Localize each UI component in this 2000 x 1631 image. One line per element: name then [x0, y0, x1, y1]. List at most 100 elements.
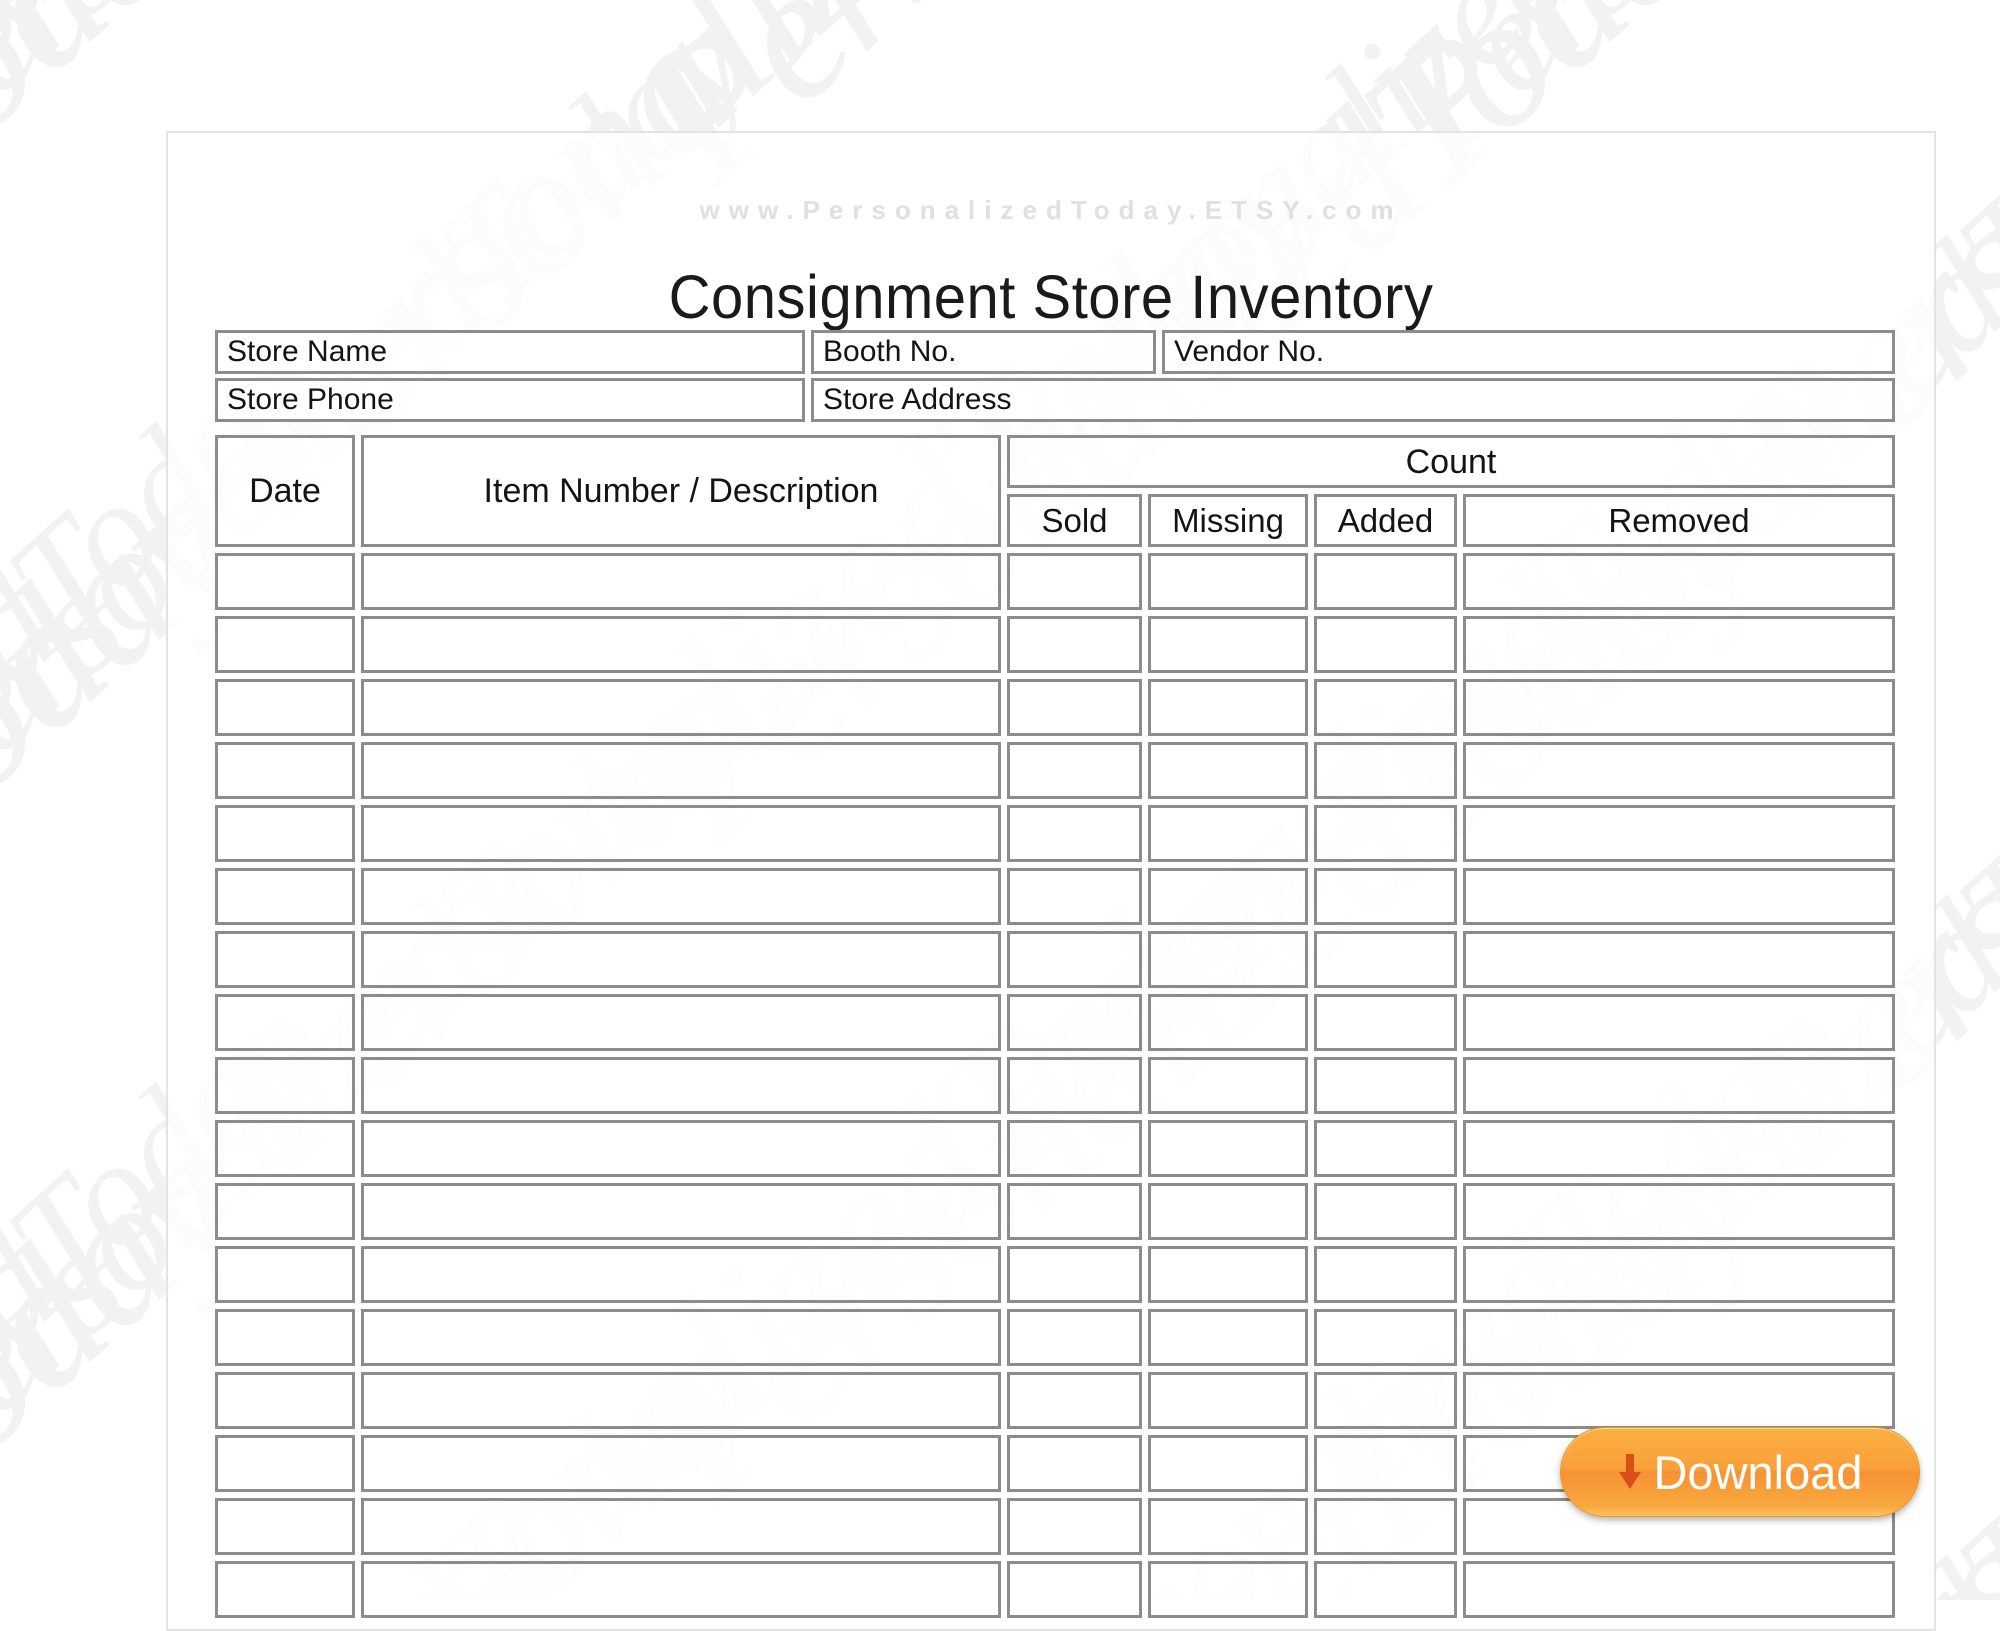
cell-missing[interactable]: [1148, 1120, 1308, 1177]
cell-added[interactable]: [1314, 1561, 1457, 1618]
cell-sold[interactable]: [1007, 868, 1142, 925]
cell-sold[interactable]: [1007, 805, 1142, 862]
field-store-address[interactable]: Store Address: [811, 378, 1895, 422]
cell-description[interactable]: [361, 994, 1001, 1051]
cell-missing[interactable]: [1148, 1246, 1308, 1303]
cell-removed[interactable]: [1463, 553, 1895, 610]
cell-added[interactable]: [1314, 1120, 1457, 1177]
cell-description[interactable]: [361, 1057, 1001, 1114]
cell-missing[interactable]: [1148, 868, 1308, 925]
cell-missing[interactable]: [1148, 1435, 1308, 1492]
cell-date[interactable]: [215, 1561, 355, 1618]
cell-date[interactable]: [215, 1372, 355, 1429]
cell-date[interactable]: [215, 1120, 355, 1177]
cell-sold[interactable]: [1007, 994, 1142, 1051]
cell-sold[interactable]: [1007, 742, 1142, 799]
cell-description[interactable]: [361, 1561, 1001, 1618]
cell-added[interactable]: [1314, 1435, 1457, 1492]
cell-removed[interactable]: [1463, 1246, 1895, 1303]
cell-date[interactable]: [215, 1498, 355, 1555]
cell-removed[interactable]: [1463, 616, 1895, 673]
cell-removed[interactable]: [1463, 1120, 1895, 1177]
cell-date[interactable]: [215, 1183, 355, 1240]
cell-sold[interactable]: [1007, 1057, 1142, 1114]
cell-sold[interactable]: [1007, 553, 1142, 610]
cell-description[interactable]: [361, 1435, 1001, 1492]
cell-missing[interactable]: [1148, 616, 1308, 673]
cell-added[interactable]: [1314, 1057, 1457, 1114]
cell-removed[interactable]: [1463, 1057, 1895, 1114]
cell-sold[interactable]: [1007, 1372, 1142, 1429]
cell-sold[interactable]: [1007, 931, 1142, 988]
cell-missing[interactable]: [1148, 805, 1308, 862]
cell-removed[interactable]: [1463, 1183, 1895, 1240]
cell-date[interactable]: [215, 1309, 355, 1366]
cell-removed[interactable]: [1463, 1372, 1895, 1429]
cell-description[interactable]: [361, 931, 1001, 988]
cell-description[interactable]: [361, 1309, 1001, 1366]
cell-sold[interactable]: [1007, 1309, 1142, 1366]
cell-description[interactable]: [361, 868, 1001, 925]
cell-missing[interactable]: [1148, 1372, 1308, 1429]
cell-missing[interactable]: [1148, 553, 1308, 610]
cell-date[interactable]: [215, 742, 355, 799]
cell-removed[interactable]: [1463, 805, 1895, 862]
cell-removed[interactable]: [1463, 994, 1895, 1051]
cell-added[interactable]: [1314, 679, 1457, 736]
cell-description[interactable]: [361, 553, 1001, 610]
cell-removed[interactable]: [1463, 1309, 1895, 1366]
cell-added[interactable]: [1314, 616, 1457, 673]
cell-sold[interactable]: [1007, 1183, 1142, 1240]
field-vendor-no[interactable]: Vendor No.: [1162, 330, 1895, 374]
cell-removed[interactable]: [1463, 868, 1895, 925]
cell-added[interactable]: [1314, 994, 1457, 1051]
cell-date[interactable]: [215, 994, 355, 1051]
field-store-name[interactable]: Store Name: [215, 330, 805, 374]
cell-missing[interactable]: [1148, 742, 1308, 799]
field-store-phone[interactable]: Store Phone: [215, 378, 805, 422]
cell-added[interactable]: [1314, 1309, 1457, 1366]
cell-date[interactable]: [215, 679, 355, 736]
cell-date[interactable]: [215, 868, 355, 925]
cell-missing[interactable]: [1148, 679, 1308, 736]
cell-description[interactable]: [361, 1246, 1001, 1303]
cell-added[interactable]: [1314, 553, 1457, 610]
cell-date[interactable]: [215, 553, 355, 610]
cell-description[interactable]: [361, 805, 1001, 862]
cell-missing[interactable]: [1148, 1309, 1308, 1366]
cell-missing[interactable]: [1148, 1498, 1308, 1555]
cell-missing[interactable]: [1148, 1057, 1308, 1114]
cell-added[interactable]: [1314, 742, 1457, 799]
cell-date[interactable]: [215, 805, 355, 862]
cell-added[interactable]: [1314, 931, 1457, 988]
cell-added[interactable]: [1314, 868, 1457, 925]
cell-removed[interactable]: [1463, 1561, 1895, 1618]
cell-sold[interactable]: [1007, 1498, 1142, 1555]
cell-added[interactable]: [1314, 1372, 1457, 1429]
cell-missing[interactable]: [1148, 1183, 1308, 1240]
field-booth-no[interactable]: Booth No.: [811, 330, 1156, 374]
cell-description[interactable]: [361, 679, 1001, 736]
cell-missing[interactable]: [1148, 931, 1308, 988]
cell-sold[interactable]: [1007, 1435, 1142, 1492]
cell-added[interactable]: [1314, 805, 1457, 862]
cell-sold[interactable]: [1007, 1120, 1142, 1177]
download-button[interactable]: Download: [1560, 1427, 1920, 1517]
cell-sold[interactable]: [1007, 1561, 1142, 1618]
cell-description[interactable]: [361, 742, 1001, 799]
cell-description[interactable]: [361, 1372, 1001, 1429]
cell-date[interactable]: [215, 616, 355, 673]
cell-sold[interactable]: [1007, 679, 1142, 736]
cell-removed[interactable]: [1463, 742, 1895, 799]
cell-removed[interactable]: [1463, 931, 1895, 988]
cell-date[interactable]: [215, 1246, 355, 1303]
cell-added[interactable]: [1314, 1183, 1457, 1240]
cell-description[interactable]: [361, 1498, 1001, 1555]
cell-date[interactable]: [215, 931, 355, 988]
cell-sold[interactable]: [1007, 616, 1142, 673]
cell-description[interactable]: [361, 1183, 1001, 1240]
cell-added[interactable]: [1314, 1246, 1457, 1303]
cell-removed[interactable]: [1463, 679, 1895, 736]
cell-missing[interactable]: [1148, 994, 1308, 1051]
cell-date[interactable]: [215, 1057, 355, 1114]
